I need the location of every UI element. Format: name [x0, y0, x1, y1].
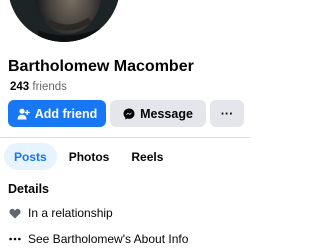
- profile-avatar[interactable]: [8, 0, 120, 42]
- messenger-icon: [123, 108, 135, 120]
- friends-count[interactable]: 243 friends: [10, 81, 67, 93]
- tab-posts[interactable]: Posts: [4, 143, 57, 170]
- more-options-button[interactable]: ···: [210, 100, 244, 127]
- section-divider: [0, 137, 250, 138]
- detail-about-text: See Bartholomew's About Info: [28, 232, 189, 246]
- friends-count-value: 243: [10, 81, 30, 93]
- tab-reels[interactable]: Reels: [121, 143, 173, 170]
- detail-relationship: In a relationship: [8, 206, 113, 220]
- detail-about-link[interactable]: See Bartholomew's About Info: [8, 232, 188, 246]
- profile-tabs: Posts Photos Reels: [4, 143, 173, 170]
- profile-name: Bartholomew Macomber: [8, 58, 194, 75]
- add-person-icon: [17, 108, 30, 120]
- detail-relationship-text: In a relationship: [28, 206, 113, 220]
- add-friend-label: Add friend: [34, 106, 98, 121]
- more-options-label: ···: [220, 106, 234, 121]
- tab-photos[interactable]: Photos: [59, 143, 120, 170]
- heart-icon: [8, 208, 22, 219]
- more-dots-icon: [8, 237, 22, 241]
- add-friend-button[interactable]: Add friend: [8, 100, 106, 127]
- message-button[interactable]: Message: [110, 100, 206, 127]
- message-label: Message: [140, 106, 193, 121]
- avatar-photo: [8, 0, 120, 42]
- friends-count-label: friends: [32, 81, 67, 93]
- profile-action-bar: Add friend Message ···: [8, 100, 244, 127]
- details-heading: Details: [8, 182, 49, 196]
